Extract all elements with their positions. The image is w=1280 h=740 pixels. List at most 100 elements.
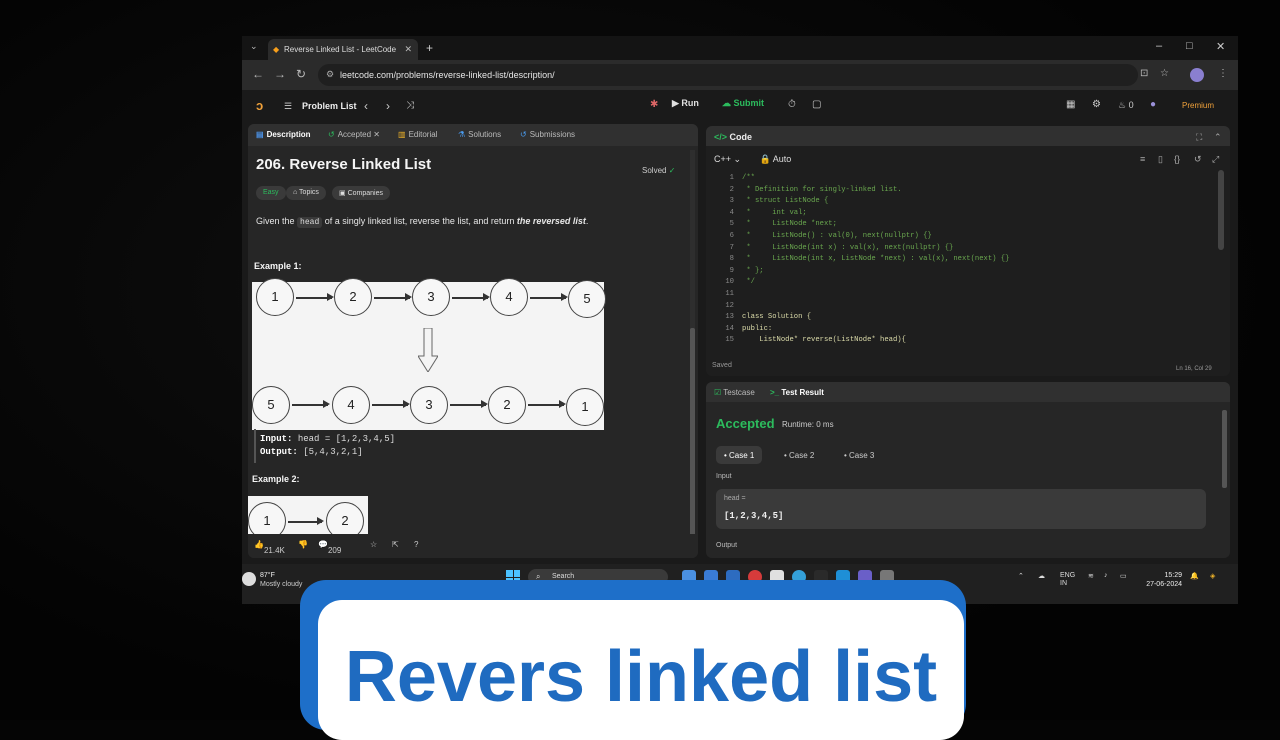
auto-mode[interactable]: 🔒 Auto <box>760 154 792 164</box>
code-scrollbar[interactable] <box>1218 170 1224 250</box>
arrow <box>452 294 490 300</box>
language-select[interactable]: C++ ⌄ <box>714 154 741 164</box>
problem-list-link[interactable]: Problem List <box>302 101 357 111</box>
forward-icon[interactable]: → <box>274 67 286 81</box>
test-result-panel: ☑ Testcase >_ Test Result Accepted Runti… <box>706 382 1230 558</box>
layout-icon[interactable]: ▦ <box>1066 99 1075 110</box>
wifi-icon[interactable]: ≋ <box>1088 572 1094 580</box>
fullscreen-icon[interactable]: ⤢ <box>1212 154 1219 165</box>
line-number: 15 <box>725 336 734 345</box>
battery-icon[interactable]: ▭ <box>1120 572 1127 580</box>
tray-cloud-icon[interactable]: ☁ <box>1038 572 1045 580</box>
bookmark-icon[interactable]: ▯ <box>1158 154 1163 165</box>
timer-icon[interactable]: ⏱ <box>788 99 796 110</box>
tab-editorial[interactable]: ▥ Editorial <box>398 130 437 139</box>
bookmark-star-icon[interactable]: ☆ <box>1160 68 1169 79</box>
output-section-label: Output <box>716 542 738 549</box>
premium-link[interactable]: Premium <box>1182 101 1214 110</box>
companies-chip[interactable]: ▣ Companies <box>332 186 390 200</box>
result-scrollbar[interactable] <box>1222 410 1227 488</box>
result-status: Accepted <box>716 416 775 431</box>
line-number: 11 <box>725 290 734 298</box>
user-avatar-icon[interactable]: ● <box>1150 99 1156 110</box>
topics-chip[interactable]: ⌂ Topics <box>286 186 326 200</box>
scrollbar-thumb[interactable] <box>690 328 695 548</box>
next-problem-icon[interactable]: › <box>386 99 390 113</box>
tab-search-icon[interactable]: ⌄ <box>250 41 258 52</box>
case-1-tab[interactable]: • Case 1 <box>716 446 763 464</box>
description-panel: ▤ Description ↺ Accepted ✕ ▥ Editorial ⚗ Sol… <box>248 124 698 558</box>
help-icon[interactable]: ? <box>414 540 418 549</box>
bottom-node: 3 <box>410 386 448 424</box>
example-1-heading: Example 1: <box>254 261 302 271</box>
copilot-icon[interactable]: ◈ <box>1210 572 1215 580</box>
top-node: 1 <box>256 278 294 316</box>
input-label: Input: <box>260 434 293 444</box>
tab-test-result[interactable]: >_ Test Result <box>770 388 824 397</box>
like-button[interactable]: 👍 21.4K <box>254 540 285 555</box>
line-text: ListNode* reverse(ListNode* head){ <box>742 336 906 345</box>
arrow <box>528 401 566 407</box>
format-icon[interactable]: ≡ <box>1140 154 1145 164</box>
notification-bell-icon[interactable]: 🔔 <box>1190 572 1199 580</box>
braces-icon[interactable]: {} <box>1174 154 1180 164</box>
browser-tab[interactable]: ◆ Reverse Linked List - LeetCode ✕ <box>268 39 418 60</box>
taskbar-clock[interactable]: 15:29 27-06-2024 <box>1134 571 1182 589</box>
leetcode-top-nav: ↄ ☰ Problem List ‹ › ⤨ ✱ ▶ Run ☁ Submit … <box>242 90 1238 124</box>
collapse-icon[interactable]: ⌃ <box>1214 132 1222 143</box>
coins-counter[interactable]: ♨ 0 <box>1118 100 1134 111</box>
tab-accepted[interactable]: ↺ Accepted ✕ <box>328 130 380 139</box>
tab-solutions[interactable]: ⚗ Solutions <box>458 130 501 139</box>
dislike-icon[interactable]: 👎 <box>298 540 308 549</box>
close-tab-icon[interactable]: ✕ <box>404 44 412 55</box>
notes-icon[interactable]: ▢ <box>812 99 821 110</box>
leetcode-logo-icon[interactable]: ↄ <box>256 98 263 113</box>
line-number: 8 <box>729 255 734 264</box>
shuffle-icon[interactable]: ⤨ <box>406 100 414 111</box>
new-tab-icon[interactable]: + <box>426 41 433 55</box>
comments-button[interactable]: 💬 209 <box>318 540 341 555</box>
settings-gear-icon[interactable]: ⚙ <box>1092 99 1101 110</box>
volume-icon[interactable]: ♪ <box>1104 572 1108 579</box>
tab-submissions[interactable]: ↺ Submissions <box>520 130 575 139</box>
solved-label: Solved <box>642 166 667 175</box>
case-2-tab[interactable]: • Case 2 <box>776 446 822 464</box>
line-number: 1 <box>729 174 734 182</box>
submit-button[interactable]: ☁ Submit <box>722 98 764 116</box>
reload-icon[interactable]: ↻ <box>296 67 306 81</box>
tray-overflow-icon[interactable]: ⌃ <box>1018 572 1024 580</box>
prev-problem-icon[interactable]: ‹ <box>364 99 368 113</box>
line-number: 4 <box>729 208 734 217</box>
favorite-star-icon[interactable]: ☆ <box>370 540 377 549</box>
back-icon[interactable]: ← <box>252 67 264 81</box>
code-brackets-icon: </> <box>714 132 728 142</box>
maximize-icon[interactable]: □ <box>1186 40 1193 52</box>
checkbox-icon: ☑ <box>714 388 722 397</box>
case-3-tab[interactable]: • Case 3 <box>836 446 882 464</box>
comments-count: 209 <box>327 546 342 555</box>
arrow <box>450 401 488 407</box>
address-bar[interactable]: ⚙ leetcode.com/problems/reverse-linked-l… <box>318 64 1138 86</box>
cursor-position: Ln 16, Col 29 <box>1176 366 1212 372</box>
expand-icon[interactable]: ⛶ <box>1196 132 1202 143</box>
profile-avatar[interactable] <box>1190 68 1204 82</box>
tab-description[interactable]: ▤ Description <box>256 130 311 139</box>
language-indicator[interactable]: ENG IN <box>1060 572 1075 588</box>
description-scrollbar[interactable] <box>690 150 695 554</box>
case-3-label: Case 3 <box>849 451 875 460</box>
site-info-icon[interactable]: ⚙ <box>326 69 334 80</box>
install-app-icon[interactable]: ⊡ <box>1140 68 1148 79</box>
reset-code-icon[interactable]: ↺ <box>1194 154 1202 165</box>
minimize-icon[interactable]: – <box>1156 40 1162 52</box>
debug-icon[interactable]: ✱ <box>650 99 658 110</box>
tab-testcase[interactable]: ☑ Testcase <box>714 388 755 397</box>
browser-toolbar: ← → ↻ ⚙ leetcode.com/problems/reverse-li… <box>242 60 1238 90</box>
run-button[interactable]: ▶ Run <box>672 98 699 116</box>
browser-menu-icon[interactable]: ⋮ <box>1218 68 1228 79</box>
ex2-node: 2 <box>326 502 364 536</box>
input-section-label: Input <box>716 473 732 480</box>
line-number: 6 <box>729 232 734 240</box>
close-window-icon[interactable]: ✕ <box>1216 40 1225 53</box>
arrow <box>296 294 334 300</box>
share-icon[interactable]: ⇱ <box>392 540 399 549</box>
